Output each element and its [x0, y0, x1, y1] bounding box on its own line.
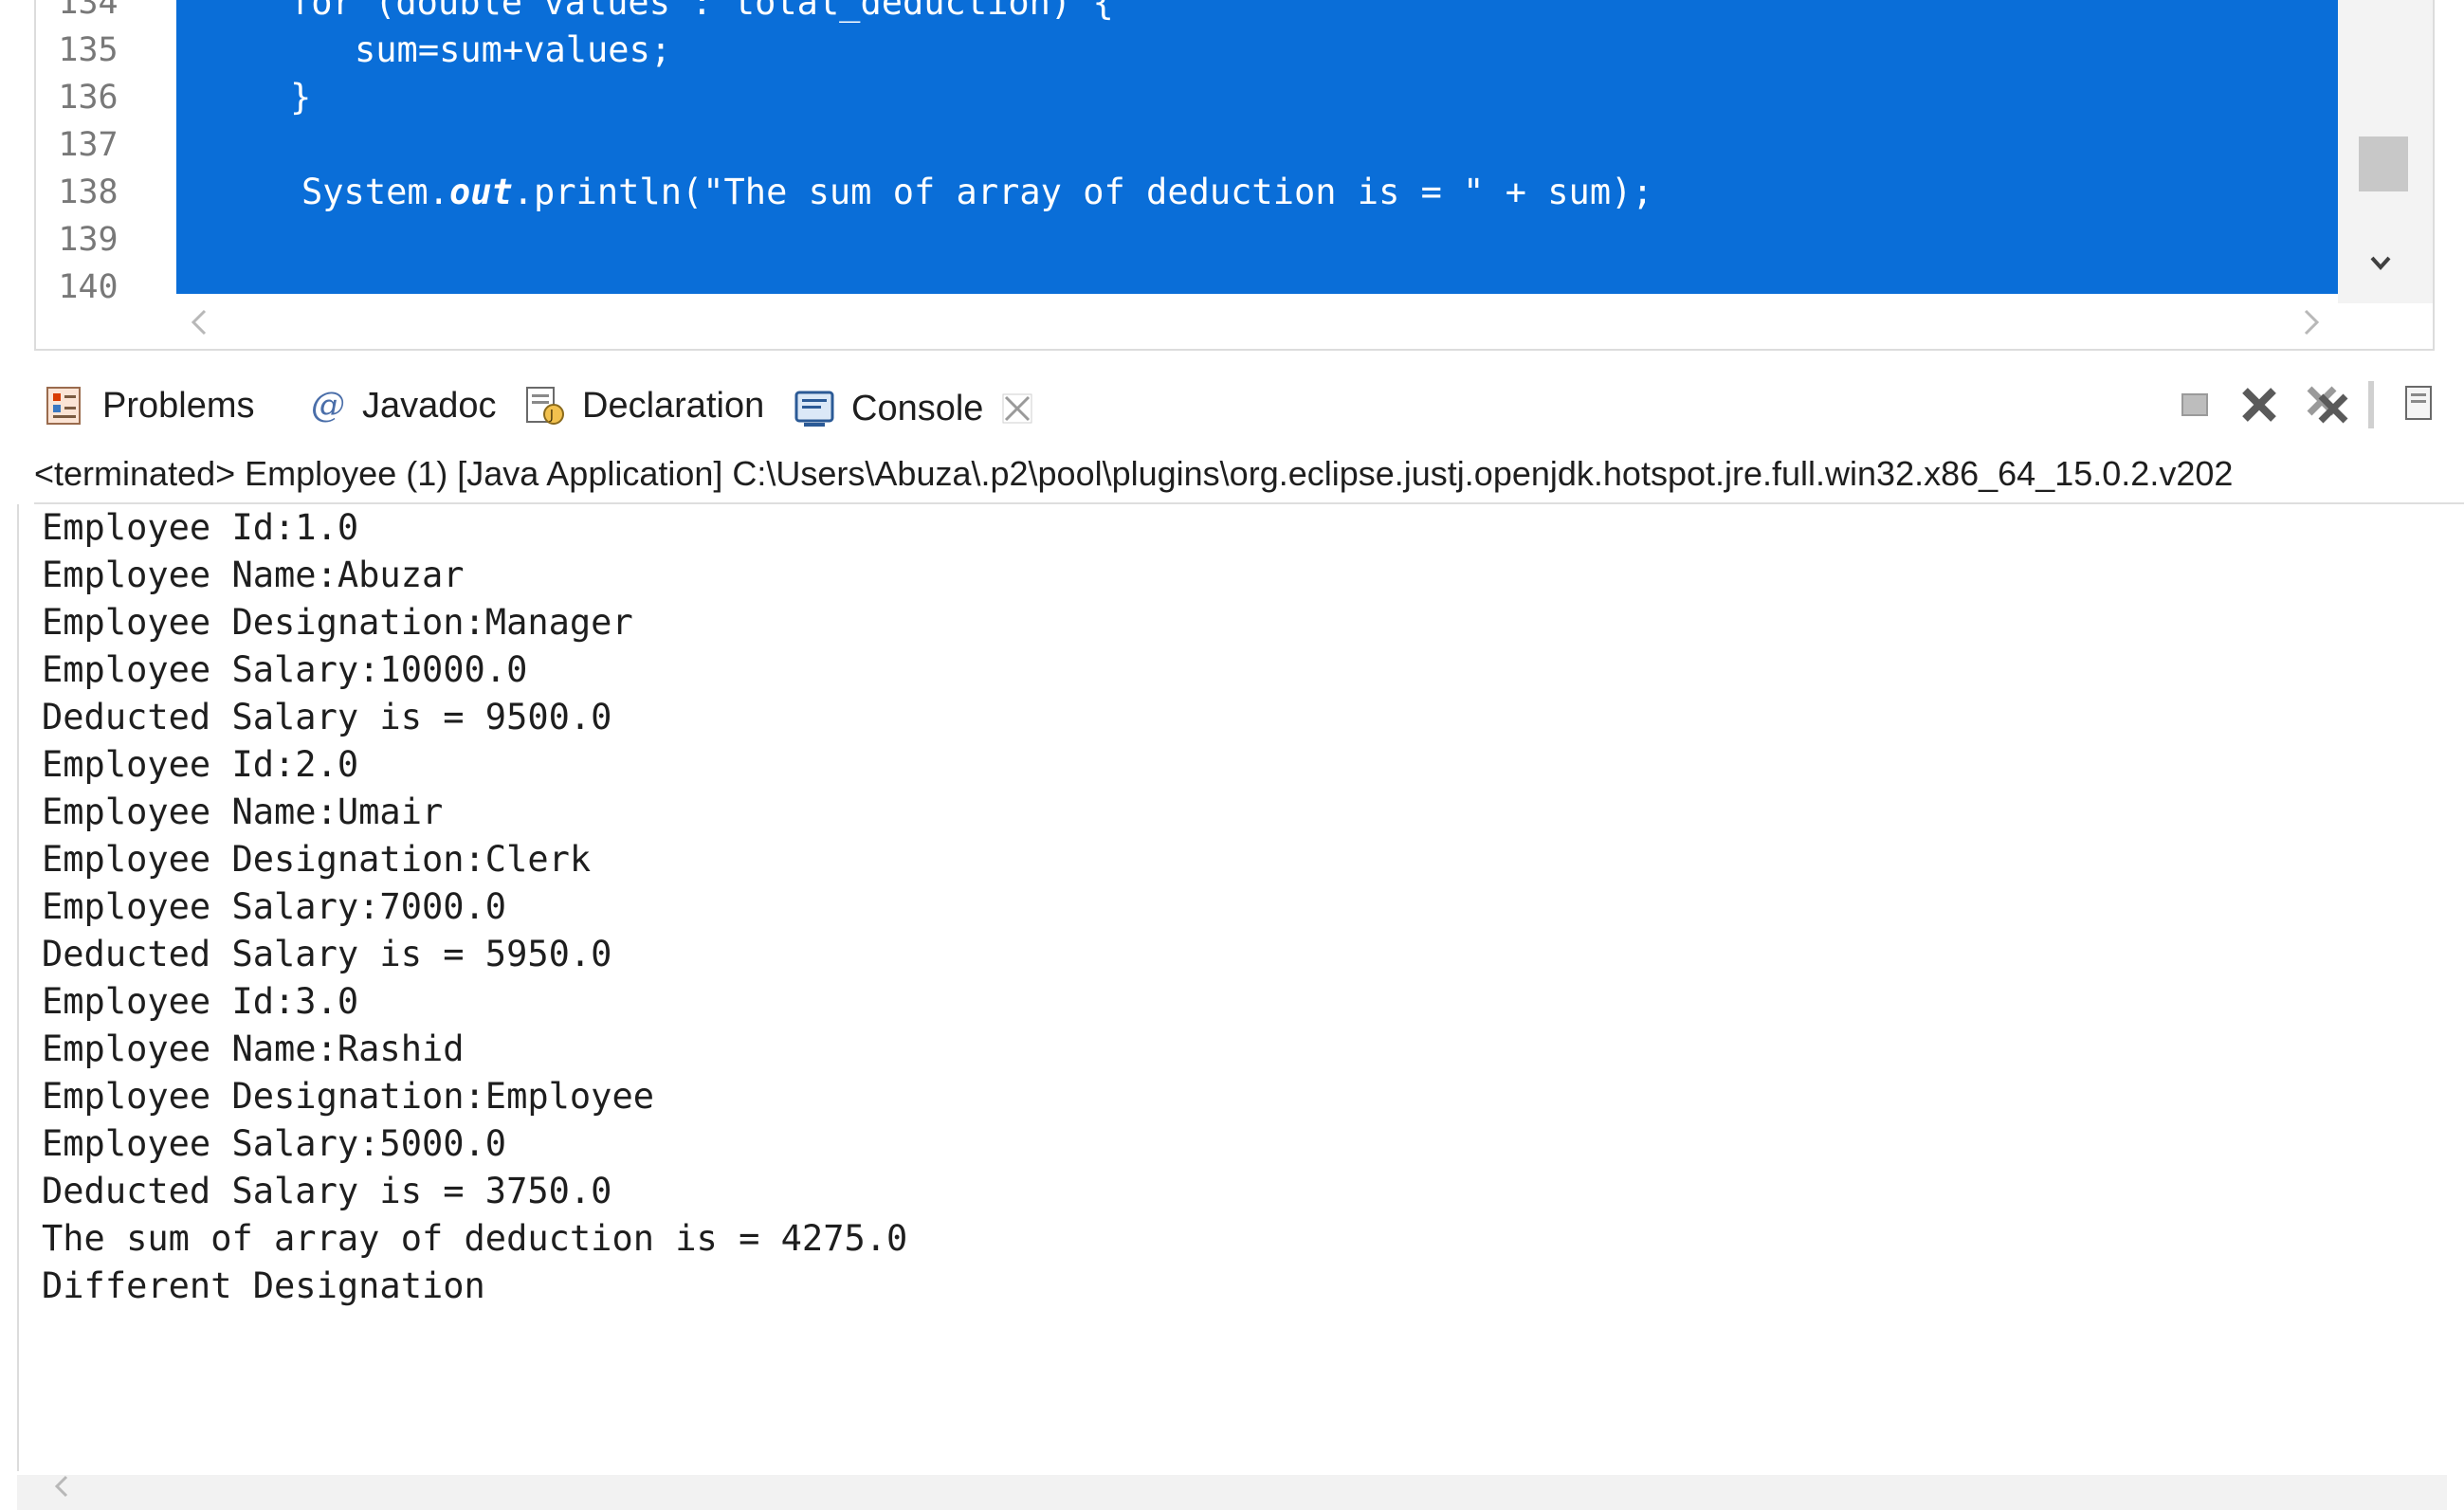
tab-label: Declaration: [582, 385, 765, 426]
line-number: 139: [58, 221, 119, 259]
console-line: Deducted Salary is = 9500.0: [42, 697, 612, 737]
tab-label: Problems: [102, 385, 255, 426]
console-line: Different Designation: [42, 1265, 485, 1306]
line-number: 140: [58, 268, 119, 306]
chevron-left-icon[interactable]: [49, 1469, 72, 1510]
tab-label: Javadoc: [362, 385, 497, 426]
console-line: Employee Salary:10000.0: [42, 649, 528, 690]
code-editor[interactable]: 134 135 136 137 138 139 140 for (double …: [34, 0, 2435, 351]
console-horizontal-scrollbar[interactable]: [17, 1475, 2447, 1510]
console-line: Employee Salary:7000.0: [42, 886, 507, 927]
code-token-static-field: out: [448, 172, 513, 212]
code-line[interactable]: }: [290, 74, 311, 121]
code-line[interactable]: for (double values : total_deduction) {: [290, 0, 1114, 27]
console-line: Deducted Salary is = 3750.0: [42, 1171, 612, 1211]
line-number-gutter: 134 135 136 137 138 139 140: [36, 0, 140, 306]
at-sign-icon: @: [311, 386, 345, 425]
chevron-right-icon[interactable]: [2300, 305, 2323, 346]
scroll-lock-icon[interactable]: [2399, 381, 2446, 428]
code-line[interactable]: sum=sum+values;: [355, 27, 671, 74]
views-tab-bar: Problems @ Javadoc J Declaration Console: [34, 368, 2464, 446]
console-line: Employee Name:Umair: [42, 791, 444, 832]
selected-code-block[interactable]: for (double values : total_deduction) { …: [176, 0, 2338, 294]
line-number: 135: [58, 31, 119, 69]
chevron-down-icon[interactable]: [2366, 248, 2395, 277]
close-icon[interactable]: [1000, 391, 1034, 426]
console-output[interactable]: Employee Id:1.0 Employee Name:Abuzar Emp…: [17, 504, 2449, 1471]
console-line: Employee Id:2.0: [42, 744, 359, 785]
svg-text:J: J: [549, 409, 554, 423]
code-token: System.: [301, 172, 449, 212]
editor-vertical-scrollbar[interactable]: [2338, 0, 2433, 303]
tab-label: Console: [851, 388, 984, 428]
tab-declaration[interactable]: J Declaration: [523, 368, 764, 444]
console-line: Employee Name:Abuzar: [42, 555, 465, 595]
console-line: Employee Designation:Clerk: [42, 839, 592, 880]
tab-problems[interactable]: Problems: [44, 368, 255, 444]
line-number: 134: [58, 0, 119, 22]
tab-console[interactable]: Console: [793, 368, 1047, 446]
remove-all-icon[interactable]: [2302, 381, 2349, 428]
console-line: Employee Designation:Manager: [42, 602, 633, 643]
problems-icon: [44, 384, 87, 428]
console-line: Employee Id:1.0: [42, 507, 359, 548]
line-number: 136: [58, 79, 119, 117]
terminate-icon[interactable]: [2171, 381, 2218, 428]
declaration-icon: J: [523, 384, 567, 428]
line-number: 138: [58, 173, 119, 211]
toolbar-separator: [2368, 381, 2374, 428]
eclipse-window: 134 135 136 137 138 139 140 for (double …: [0, 0, 2464, 1510]
console-icon: [793, 387, 836, 430]
code-line[interactable]: System.out.println("The sum of array of …: [301, 169, 1653, 216]
console-line: The sum of array of deduction is = 4275.…: [42, 1218, 908, 1259]
console-line: Deducted Salary is = 5950.0: [42, 934, 612, 974]
editor-horizontal-scrollbar[interactable]: [176, 301, 2338, 347]
remove-launch-icon[interactable]: [2236, 381, 2283, 428]
scrollbar-thumb[interactable]: [2359, 136, 2408, 191]
chevron-left-icon[interactable]: [188, 305, 210, 346]
console-line: Employee Salary:5000.0: [42, 1123, 507, 1164]
console-process-label: <terminated> Employee (1) [Java Applicat…: [34, 446, 2464, 504]
console-line: Employee Designation:Employee: [42, 1076, 655, 1117]
console-line: Employee Id:3.0: [42, 981, 359, 1022]
line-number: 137: [58, 126, 119, 164]
tab-javadoc[interactable]: @ Javadoc: [309, 368, 497, 444]
console-line: Employee Name:Rashid: [42, 1028, 465, 1069]
code-token: .println("The sum of array of deduction …: [512, 172, 1653, 212]
